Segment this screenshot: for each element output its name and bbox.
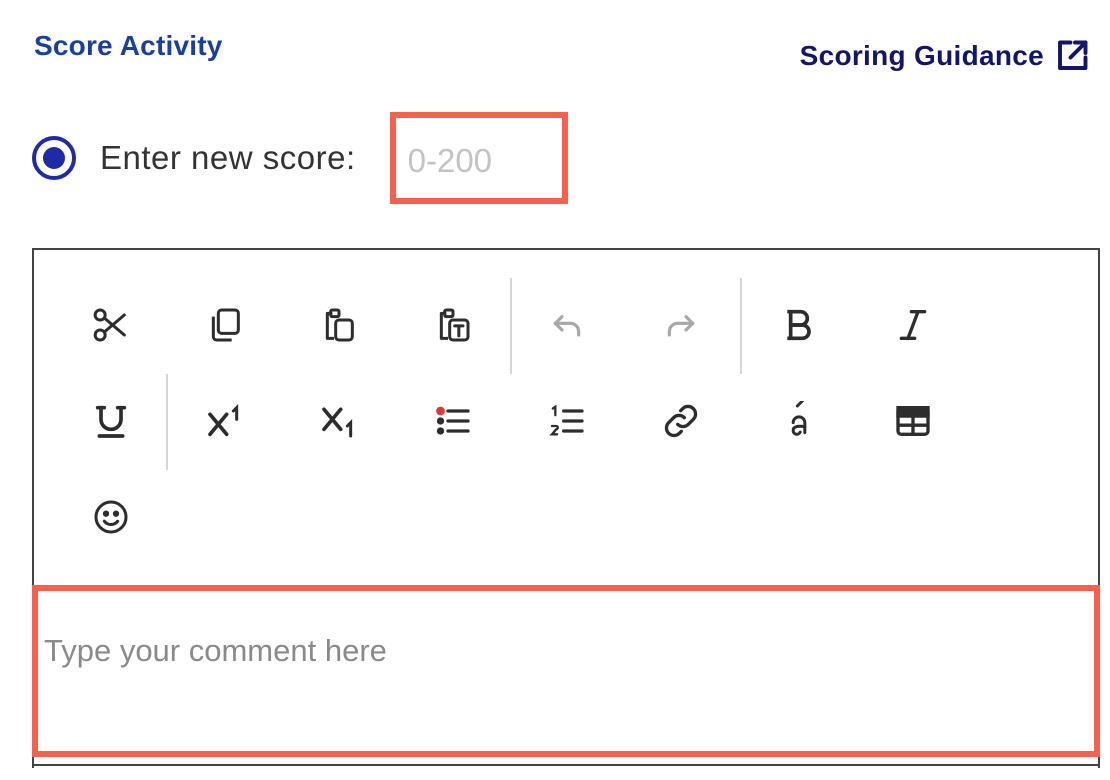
link-button[interactable] (638, 378, 724, 464)
scoring-guidance-label: Scoring Guidance (799, 40, 1044, 71)
emoji-icon (94, 500, 128, 534)
redo-button[interactable] (638, 282, 724, 368)
bulleted-list-icon (436, 406, 470, 435)
copy-button[interactable] (182, 282, 268, 368)
paste-text-button[interactable] (410, 282, 496, 368)
subscript-button[interactable] (296, 378, 382, 464)
undo-icon (553, 315, 581, 337)
page-title: Score Activity (34, 30, 223, 61)
subscript-icon (322, 407, 353, 438)
scissors-icon (93, 308, 126, 342)
toolbar-separator (510, 278, 512, 374)
comment-input[interactable] (38, 591, 1094, 751)
italic-icon (899, 310, 927, 340)
special-character-button[interactable] (756, 378, 842, 464)
score-input[interactable] (389, 112, 568, 204)
redo-icon (667, 315, 695, 337)
italic-button[interactable] (870, 282, 956, 368)
bulleted-list-button[interactable] (410, 378, 496, 464)
scoring-guidance-link[interactable]: Scoring Guidance (800, 38, 1090, 74)
score-label: Enter new score: (100, 139, 356, 176)
superscript-icon (208, 404, 239, 437)
comment-box (32, 585, 1100, 757)
score-option: Enter new score: (32, 112, 568, 204)
link-icon (664, 404, 698, 438)
radio-selected-dot (43, 147, 65, 169)
numbered-list-button[interactable] (524, 378, 610, 464)
editor-bottom-border (32, 764, 1100, 766)
external-link-icon (1058, 40, 1088, 70)
undo-button[interactable] (524, 282, 610, 368)
table-button[interactable] (870, 378, 956, 464)
bold-button[interactable] (756, 282, 842, 368)
underline-icon (95, 405, 127, 438)
cut-button[interactable] (68, 282, 154, 368)
special-character-icon (791, 401, 807, 436)
bold-icon (787, 309, 811, 341)
copy-icon (211, 308, 240, 342)
toolbar-separator (740, 278, 742, 374)
numbered-list-icon (549, 404, 584, 436)
underline-button[interactable] (68, 378, 154, 464)
new-score-radio[interactable] (32, 136, 76, 180)
paste-text-icon (439, 308, 470, 342)
toolbar-separator (166, 374, 168, 470)
paste-button[interactable] (296, 282, 382, 368)
emoji-button[interactable] (68, 474, 154, 560)
superscript-button[interactable] (182, 378, 268, 464)
paste-icon (325, 308, 354, 342)
table-icon (896, 406, 930, 436)
